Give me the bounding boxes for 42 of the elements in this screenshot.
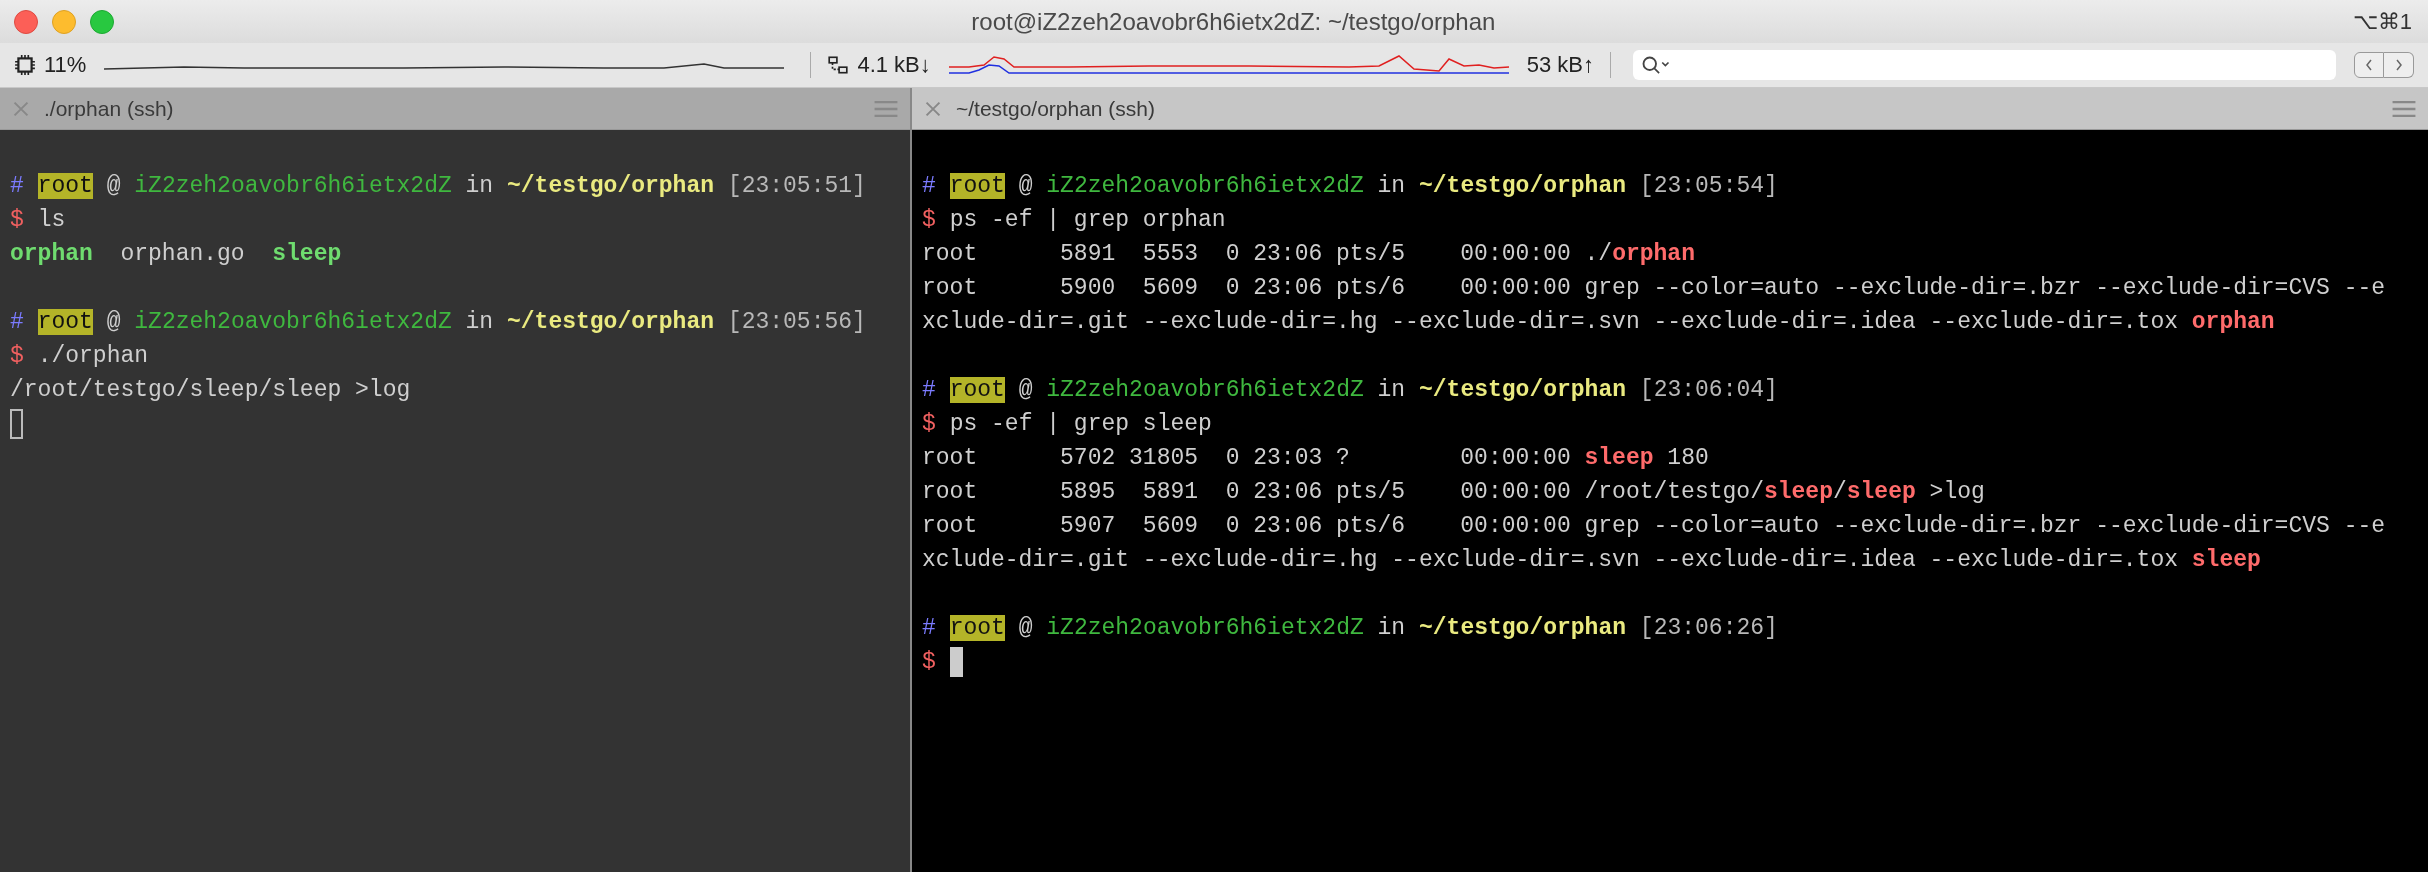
session-tab[interactable]: ./orphan (ssh)	[0, 88, 910, 130]
output-line: /root/testgo/sleep/sleep >log	[10, 376, 411, 405]
close-icon[interactable]	[12, 99, 30, 118]
upload-rate: 53 kB↑	[1526, 52, 1595, 78]
command-line: $ ls	[10, 206, 66, 235]
cpu-icon	[14, 54, 36, 76]
close-icon[interactable]	[924, 99, 942, 118]
output-line: root 5895 5891 0 23:06 pts/5 00:00:00 /root/testgo/sleep/sleep >log	[922, 478, 1985, 507]
prompt-line: # root @ iZ2zeh2oavobr6h6ietx2dZ in ~/testgo/orphan [23:06:26]	[922, 614, 1778, 643]
search-field[interactable]	[1633, 50, 2336, 80]
chevron-right-icon	[2393, 58, 2404, 72]
output-line: orphan orphan.go sleep	[10, 240, 342, 269]
download-rate: 4.1 kB↓	[857, 52, 931, 78]
chevron-left-icon	[2364, 58, 2374, 72]
prompt-line: # root @ iZ2zeh2oavobr6h6ietx2dZ in ~/testgo/orphan [23:05:56]	[10, 308, 866, 337]
command-line: $	[922, 648, 936, 677]
command-line: $ ps -ef | grep orphan	[922, 206, 1226, 235]
output-line: root 5900 5609 0 23:06 pts/6 00:00:00 grep --color=auto --exclude-dir=.bzr --exclude-dir=CVS --e	[922, 274, 2386, 303]
cpu-usage: 11%	[44, 52, 87, 78]
close-button[interactable]	[14, 9, 38, 34]
menu-icon[interactable]	[2392, 100, 2416, 117]
search-icon	[1641, 55, 1672, 75]
prompt-line: # root @ iZ2zeh2oavobr6h6ietx2dZ in ~/testgo/orphan [23:06:04]	[922, 376, 1778, 405]
window-shortcut: ⌥⌘1	[2352, 8, 2412, 35]
terminal-pane[interactable]: # root @ iZ2zeh2oavobr6h6ietx2dZ in ~/testgo/orphan [23:05:51] $ ls orphan orphan.go sleep # root @ iZ2zeh2oavobr6h6ietx2dZ in ~/testgo/orphan [23:05:56] $ ./orphan /root/testgo/sleep/sleep >log	[0, 130, 910, 872]
output-line: root 5702 31805 0 23:03 ? 00:00:00 sleep 180	[922, 444, 1709, 473]
output-line: root 5891 5553 0 23:06 pts/5 00:00:00 ./orphan	[922, 240, 1695, 269]
network-icon	[827, 54, 850, 76]
output-line: xclude-dir=.git --exclude-dir=.hg --exclude-dir=.svn --exclude-dir=.idea --exclude-dir=.tox sleep	[922, 546, 2261, 575]
next-button[interactable]	[2384, 52, 2414, 78]
minimize-button[interactable]	[52, 9, 76, 34]
output-line: xclude-dir=.git --exclude-dir=.hg --exclude-dir=.svn --exclude-dir=.idea --exclude-dir=.tox orphan	[922, 308, 2275, 337]
session-tab[interactable]: ~/testgo/orphan (ssh)	[912, 88, 2428, 130]
window-title: root@iZ2zeh2oavobr6h6ietx2dZ: ~/testgo/orphan	[970, 7, 1497, 36]
command-line: $ ./orphan	[10, 342, 149, 371]
command-line: $ ps -ef | grep sleep	[922, 410, 1212, 439]
prompt-line: # root @ iZ2zeh2oavobr6h6ietx2dZ in ~/testgo/orphan [23:05:54]	[922, 172, 1778, 201]
prompt-line: # root @ iZ2zeh2oavobr6h6ietx2dZ in ~/testgo/orphan [23:05:51]	[10, 172, 866, 201]
menu-icon[interactable]	[874, 100, 898, 117]
previous-button[interactable]	[2354, 52, 2384, 78]
output-line: root 5907 5609 0 23:06 pts/6 00:00:00 grep --color=auto --exclude-dir=.bzr --exclude-dir=CVS --e	[922, 512, 2386, 541]
zoom-button[interactable]	[90, 9, 114, 34]
